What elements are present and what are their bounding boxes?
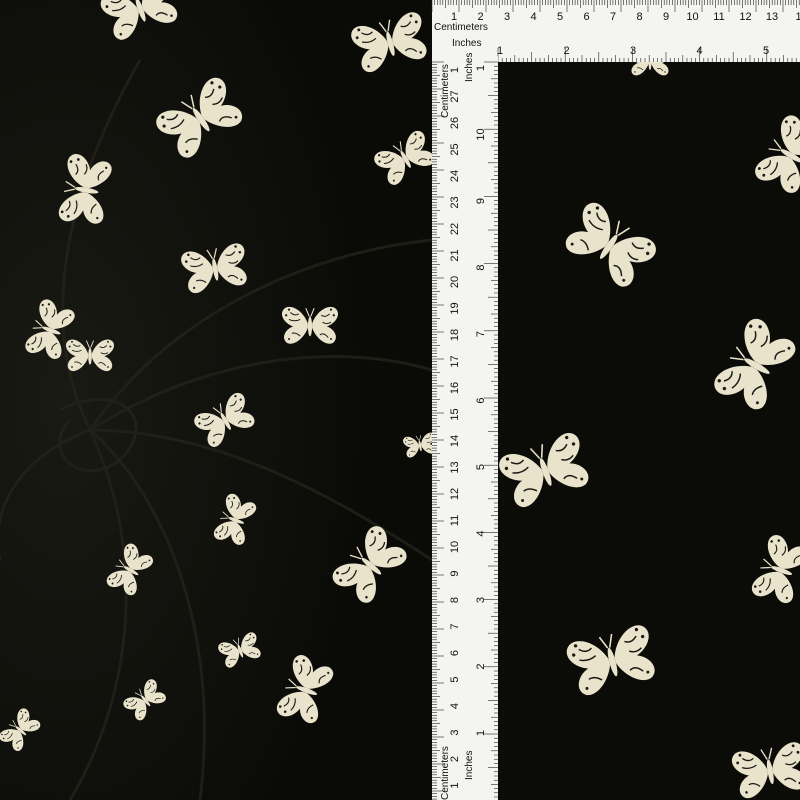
top-cm-number: 9 xyxy=(663,11,669,23)
left-cm-number: 21 xyxy=(449,249,461,261)
top-cm-number: 3 xyxy=(504,11,510,23)
left-cm-number: 15 xyxy=(449,408,461,420)
top-cm-number: 5 xyxy=(557,11,563,23)
left-inch-number: 1 xyxy=(475,730,487,736)
left-inch-number: 7 xyxy=(475,331,487,337)
top-ruler-inch-label: Inches xyxy=(452,38,481,49)
top-cm-number: 8 xyxy=(636,11,642,23)
top-cm-number: 4 xyxy=(530,11,536,23)
fabric-photo: 1 2 3 4 5 6 7 8 9 10 11 12 13 1 1 2 3 4 5 Centimeters Inch… xyxy=(0,0,800,800)
left-inch-number: 2 xyxy=(475,663,487,669)
left-cm-number: 14 xyxy=(449,435,461,447)
left-cm-number: 20 xyxy=(449,276,461,288)
left-cm-number: 8 xyxy=(449,597,461,603)
top-ruler: 1 2 3 4 5 6 7 8 9 10 11 12 13 11 2 3 4 5 Centimeters Inch… xyxy=(431,0,800,62)
left-cm-number: 12 xyxy=(449,488,461,500)
left-cm-number: 3 xyxy=(449,729,461,735)
left-inch-number: 9 xyxy=(475,198,487,204)
left-inch-number: 3 xyxy=(475,597,487,603)
top-cm-number: 13 xyxy=(766,11,778,23)
left-cm-number: 10 xyxy=(449,541,461,553)
left-inch-number: 5 xyxy=(475,464,487,470)
left-ruler-bottom-inch-label: Inches xyxy=(464,751,475,780)
left-inch-number: 6 xyxy=(475,397,487,403)
left-cm-number: 23 xyxy=(449,196,461,208)
left-cm-number: 4 xyxy=(449,703,461,709)
left-inch-number: 4 xyxy=(475,530,487,536)
top-cm-number: 11 xyxy=(713,11,724,23)
top-inch-number: 4 xyxy=(696,45,702,57)
flat-fabric xyxy=(498,62,800,800)
left-inch-number: 1 xyxy=(475,65,487,71)
left-cm-number: 5 xyxy=(449,676,461,682)
left-ruler-inch-label: Inches xyxy=(464,53,475,82)
left-cm-number: 24 xyxy=(449,170,461,182)
top-cm-number: 12 xyxy=(739,11,751,23)
top-cm-number: 6 xyxy=(583,11,589,23)
left-ruler-cm-label: Centimeters xyxy=(440,64,451,118)
top-inch-number: 2 xyxy=(563,45,569,57)
left-cm-number: 18 xyxy=(449,329,461,341)
left-cm-number: 17 xyxy=(449,355,461,367)
top-cm-number: 1 xyxy=(795,11,800,23)
left-cm-number: 16 xyxy=(449,382,461,394)
top-ruler-cm-label: Centimeters xyxy=(434,22,488,33)
left-cm-number: 11 xyxy=(449,515,461,526)
left-cm-number: 6 xyxy=(449,650,461,656)
left-cm-number: 13 xyxy=(449,461,461,473)
left-cm-number: 7 xyxy=(449,623,461,629)
top-cm-number: 7 xyxy=(610,11,616,23)
top-inch-number: 1 xyxy=(497,45,503,57)
left-inch-number: 8 xyxy=(475,264,487,270)
fabric-scene: 1 2 3 4 5 6 7 8 9 10 11 12 13 11 2 3 4 5 Centimeters Inch… xyxy=(0,0,800,800)
left-cm-number: 25 xyxy=(449,143,461,155)
left-ruler-bottom-cm-label: Centimeters xyxy=(440,746,451,800)
left-cm-number: 19 xyxy=(449,302,461,314)
left-inch-number: 10 xyxy=(475,128,487,140)
left-cm-number: 22 xyxy=(449,223,461,235)
left-cm-number: 9 xyxy=(449,570,461,576)
top-inch-number: 5 xyxy=(763,45,769,57)
top-cm-number: 10 xyxy=(686,11,698,23)
top-inch-number: 3 xyxy=(630,45,636,57)
left-ruler: 1272625242322212019181716151413121110987… xyxy=(432,53,498,800)
